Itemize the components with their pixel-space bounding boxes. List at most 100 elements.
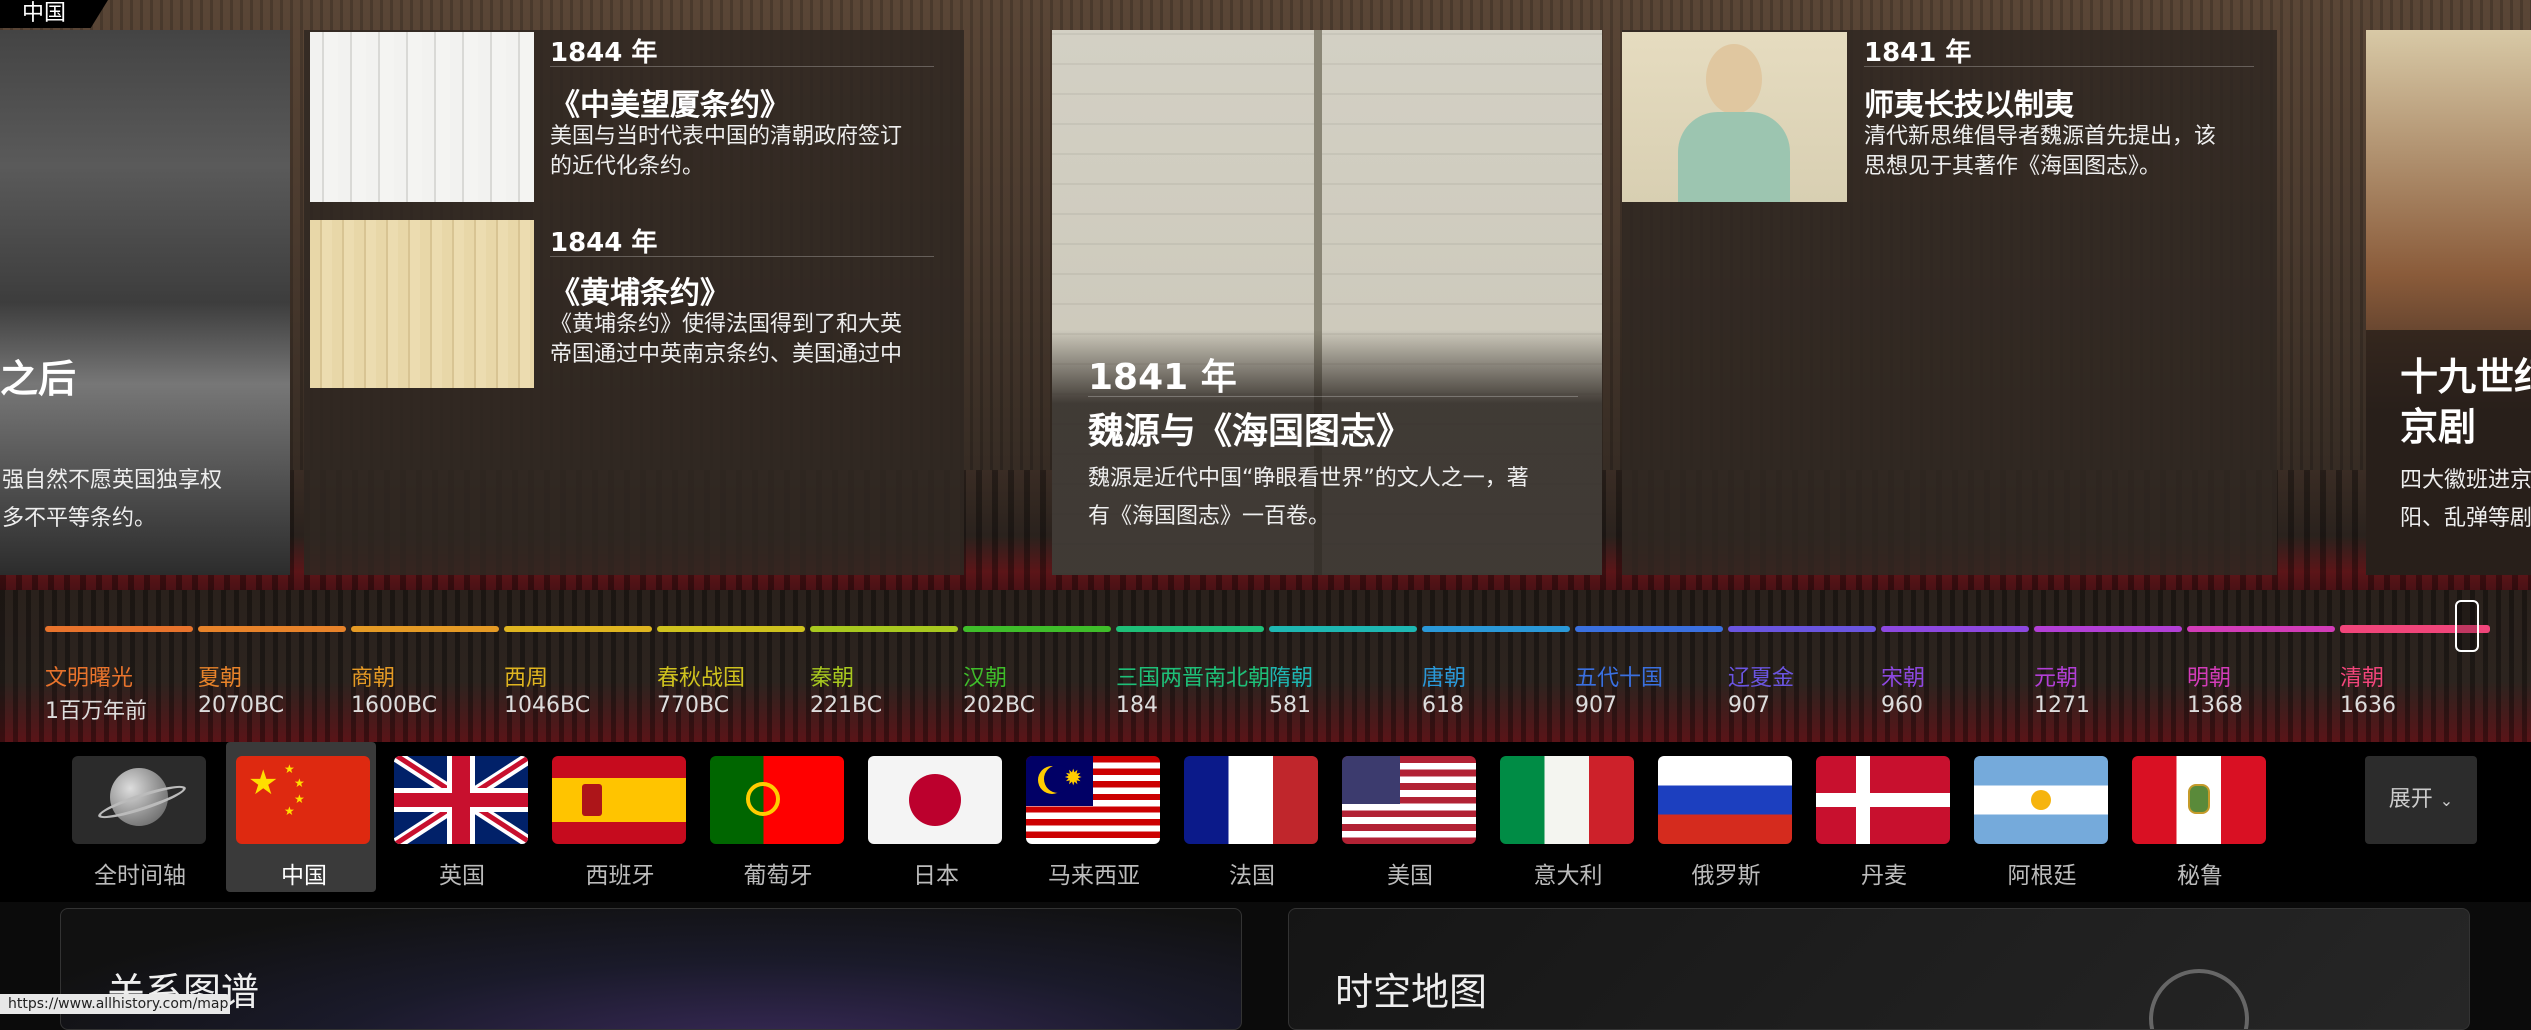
weiyuan-portrait-image: [1622, 32, 1847, 202]
era-name[interactable]: 春秋战国: [657, 660, 745, 692]
event-year: 1841 年: [1864, 38, 1972, 68]
event-desc: 强自然不愿英国独享权 多不平等条约。: [2, 468, 223, 531]
event-title[interactable]: 《黄埔条约》: [550, 268, 730, 312]
country-item-china[interactable]: ★ ★ ★ ★ ★ 中国: [226, 742, 376, 892]
country-item-portugal[interactable]: 葡萄牙: [700, 742, 850, 892]
panel-title: 时空地图: [1335, 970, 1488, 1014]
era-start-year: 2070BC: [198, 693, 285, 718]
era-name[interactable]: 辽夏金: [1728, 660, 1794, 692]
era-start-year: 907: [1575, 693, 1617, 718]
relation-graph-panel[interactable]: 关系图谱: [60, 908, 1242, 1030]
country-label: 中国: [281, 863, 327, 889]
country-label: 西班牙: [585, 863, 655, 889]
event-year: 1844 年: [550, 228, 658, 258]
era-bar[interactable]: [198, 626, 346, 632]
event-desc: 美国与当时代表中国的清朝政府签订 的近代化条约。: [550, 124, 903, 179]
era-name[interactable]: 商朝: [351, 660, 395, 692]
globe-icon: [72, 756, 206, 844]
era-name[interactable]: 唐朝: [1422, 660, 1466, 692]
country-item-denmark[interactable]: 丹麦: [1806, 742, 1956, 892]
era-start-year: 184: [1116, 693, 1158, 718]
japan-flag-icon: [868, 756, 1002, 844]
country-item-spain[interactable]: 西班牙: [542, 742, 692, 892]
era-start-year: 907: [1728, 693, 1770, 718]
country-item-italy[interactable]: 意大利: [1490, 742, 1640, 892]
timeline-slider-handle[interactable]: [2455, 600, 2479, 652]
era-bar[interactable]: [1575, 626, 1723, 632]
era-bar[interactable]: [45, 626, 193, 632]
era-bar[interactable]: [1116, 626, 1264, 632]
era-start-year: 1600BC: [351, 693, 438, 718]
expand-button[interactable]: 展开 ⌄: [2365, 756, 2477, 844]
era-bar[interactable]: [1422, 626, 1570, 632]
country-selector: 全时间轴 ★ ★ ★ ★ ★ 中国 英国 西班牙 葡萄牙 日本 ✹ 马来西亚 法…: [0, 742, 2531, 902]
country-label: 丹麦: [1861, 863, 1907, 889]
event-desc: 魏源是近代中国“睁眼看世界”的文人之一，著 有《海国图志》一百卷。: [1088, 466, 1529, 529]
event-card-shiyi[interactable]: 1841 年 师夷长技以制夷 清代新思维倡导者魏源首先提出，该 思想见于其著作《…: [1622, 30, 2277, 575]
event-card-partial-left[interactable]: 之后 强自然不愿英国独享权 多不平等条约。: [0, 30, 290, 575]
event-title[interactable]: 师夷长技以制夷: [1864, 80, 2074, 124]
event-year: 1844 年: [550, 38, 658, 68]
country-item-peru[interactable]: 秘鲁: [2122, 742, 2272, 892]
era-name[interactable]: 五代十国: [1575, 660, 1663, 692]
country-item-russia[interactable]: 俄罗斯: [1648, 742, 1798, 892]
country-item-all[interactable]: 全时间轴: [62, 742, 212, 892]
era-name[interactable]: 三国两晋南北朝: [1116, 660, 1270, 692]
era-bar[interactable]: [504, 626, 652, 632]
country-label: 阿根廷: [2007, 863, 2077, 889]
event-card-partial-right[interactable]: 十九世纪 京剧 四大徽班进京 阳、乱弹等剧: [2366, 30, 2531, 575]
country-item-france[interactable]: 法国: [1174, 742, 1324, 892]
country-item-usa[interactable]: 美国: [1332, 742, 1482, 892]
event-card-1844[interactable]: 1844 年 《中美望厦条约》 美国与当时代表中国的清朝政府签订 的近代化条约。…: [304, 30, 964, 575]
huangpu-treaty-image: [310, 220, 534, 388]
spacetime-map-panel[interactable]: 时空地图: [1288, 908, 2470, 1030]
era-name[interactable]: 明朝: [2187, 660, 2231, 692]
country-label: 葡萄牙: [743, 863, 813, 889]
era-name[interactable]: 清朝: [2340, 660, 2384, 692]
country-label: 日本: [913, 863, 959, 889]
country-item-uk[interactable]: 英国: [384, 742, 534, 892]
event-card-weiyuan[interactable]: 1841 年 魏源与《海国图志》 魏源是近代中国“睁眼看世界”的文人之一，著 有…: [1052, 30, 1602, 575]
current-country-label: 中国: [0, 0, 108, 28]
era-start-year: 1271: [2034, 693, 2090, 718]
era-bar[interactable]: [2187, 626, 2335, 632]
country-label: 俄罗斯: [1691, 863, 1761, 889]
event-title[interactable]: 魏源与《海国图志》: [1088, 402, 1412, 454]
era-name[interactable]: 西周: [504, 660, 548, 692]
era-bar[interactable]: [1881, 626, 2029, 632]
era-start-year: 618: [1422, 693, 1464, 718]
hero-banner: 之后 强自然不愿英国独享权 多不平等条约。 1844 年 《中美望厦条约》 美国…: [0, 0, 2531, 590]
event-title: 之后: [0, 357, 77, 401]
country-item-japan[interactable]: 日本: [858, 742, 1008, 892]
era-bar[interactable]: [351, 626, 499, 632]
country-item-argentina[interactable]: 阿根廷: [1964, 742, 2114, 892]
era-name[interactable]: 汉朝: [963, 660, 1007, 692]
era-name[interactable]: 元朝: [2034, 660, 2078, 692]
event-desc: 清代新思维倡导者魏源首先提出，该 思想见于其著作《海国图志》。: [1864, 124, 2217, 179]
country-label: 美国: [1387, 863, 1433, 889]
country-label: 全时间轴: [94, 863, 186, 889]
era-name[interactable]: 秦朝: [810, 660, 854, 692]
era-bar[interactable]: [657, 626, 805, 632]
era-start-year: 1636: [2340, 693, 2396, 718]
country-item-malaysia[interactable]: ✹ 马来西亚: [1016, 742, 1166, 892]
era-bar[interactable]: [963, 626, 1111, 632]
denmark-flag-icon: [1816, 756, 1950, 844]
era-start-year: 221BC: [810, 693, 883, 718]
treaty-document-image: [310, 32, 534, 202]
era-name[interactable]: 宋朝: [1881, 660, 1925, 692]
era-start-year: 1046BC: [504, 693, 591, 718]
compass-icon: [2149, 969, 2249, 1029]
era-bar[interactable]: [810, 626, 958, 632]
status-url: https://www.allhistory.com/map: [0, 994, 230, 1014]
event-title[interactable]: 《中美望厦条约》: [550, 80, 790, 124]
era-name[interactable]: 隋朝: [1269, 660, 1313, 692]
era-bar[interactable]: [1269, 626, 1417, 632]
chevron-down-icon: ⌄: [2439, 791, 2454, 810]
era-bar[interactable]: [1728, 626, 1876, 632]
era-name[interactable]: 文明曙光: [45, 660, 133, 692]
era-name[interactable]: 夏朝: [198, 660, 242, 692]
portugal-flag-icon: [710, 756, 844, 844]
expand-label: 展开: [2388, 787, 2433, 812]
era-bar[interactable]: [2034, 626, 2182, 632]
